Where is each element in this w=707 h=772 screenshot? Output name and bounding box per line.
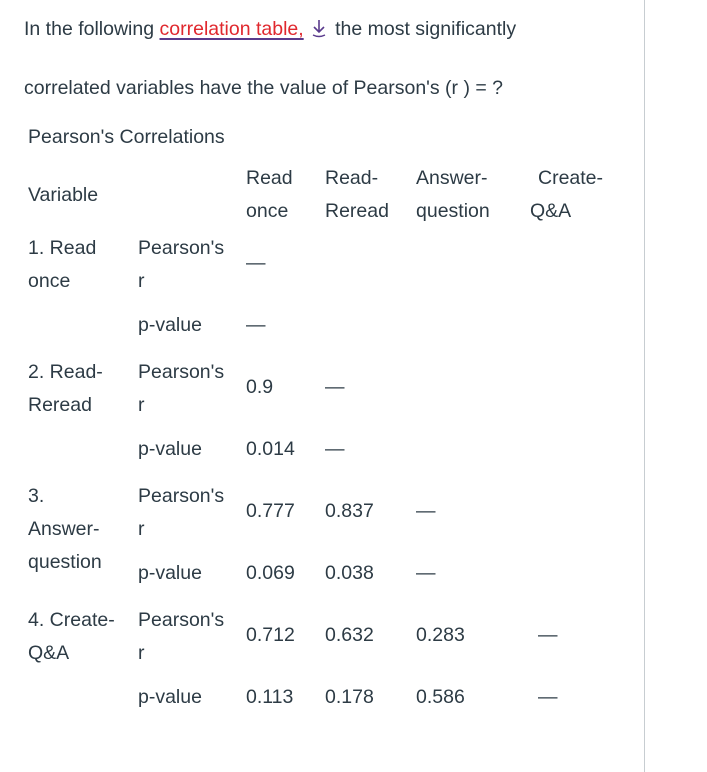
- pearson-value: [530, 476, 628, 546]
- p-value: 0.113: [246, 685, 294, 708]
- p-value: 0.069: [246, 561, 295, 584]
- pearson-label: Pearson's r: [138, 237, 225, 292]
- row-variable: 3. Answer-question: [24, 476, 138, 600]
- p-value: [416, 422, 530, 476]
- header-answer-question: Answer-question: [416, 167, 490, 222]
- correlation-table: Variable Read once Read- Reread Answer-que…: [24, 162, 628, 724]
- variable-line: question: [28, 551, 102, 573]
- p-value: —: [325, 437, 345, 460]
- pearson-value: [416, 228, 530, 298]
- p-value: [416, 298, 530, 352]
- row-variable: 2. Read- Reread: [24, 352, 138, 476]
- pearson-label: Pearson's r: [138, 485, 225, 540]
- p-value: —: [538, 685, 558, 708]
- pvalue-label: p-value: [138, 437, 202, 460]
- variable-line: 3.: [28, 485, 45, 507]
- row-variable: 4. Create- Q&A: [24, 600, 138, 724]
- question-line-1: In the following correlation table, the …: [24, 14, 516, 44]
- pvalue-label: p-value: [138, 313, 202, 336]
- pearson-value: 0.632: [325, 623, 374, 646]
- p-value: [530, 422, 628, 476]
- variable-line: 2. Read-: [28, 361, 103, 383]
- pearson-value: 0.837: [325, 499, 374, 522]
- header-variable: Variable: [28, 183, 99, 206]
- p-value: 0.586: [416, 685, 465, 708]
- pearson-value: [530, 352, 628, 422]
- pearson-value: —: [325, 375, 345, 398]
- variable-line: Q&A: [28, 642, 70, 664]
- p-value: [530, 546, 628, 600]
- header-read-reread: Read- Reread: [325, 167, 389, 222]
- p-value: —: [246, 313, 266, 336]
- table-row-pearson: 1. Read once Pearson's r —: [24, 228, 628, 298]
- pearson-value: —: [246, 251, 266, 274]
- header-read-once: Read once: [246, 167, 293, 222]
- question-line-2: correlated variables have the value of P…: [24, 77, 504, 99]
- variable-line: Reread: [28, 394, 92, 416]
- p-value: [530, 298, 628, 352]
- table-row-pearson: 2. Read- Reread Pearson's r 0.9 —: [24, 352, 628, 422]
- p-value: 0.038: [325, 561, 374, 584]
- p-value: —: [416, 561, 436, 584]
- pearson-value: [325, 228, 416, 298]
- variable-line: 1. Read: [28, 237, 97, 259]
- p-value: 0.014: [246, 437, 295, 460]
- pvalue-label: p-value: [138, 561, 202, 584]
- header-create-qa: Create- Q&A: [530, 167, 604, 222]
- pearson-value: [416, 352, 530, 422]
- pearson-value: —: [416, 499, 436, 522]
- variable-line: 4. Create-: [28, 609, 115, 631]
- correlation-table-link[interactable]: correlation table,: [160, 18, 304, 40]
- row-variable: 1. Read once: [24, 228, 138, 352]
- table-row-pearson: 3. Answer-question Pearson's r 0.777 0.837 —: [24, 476, 628, 573]
- pearson-value: [530, 228, 628, 298]
- table-body: 1. Read once Pearson's r — p-value — 2. Read- Re…: [24, 228, 628, 724]
- pearson-value: 0.283: [416, 623, 465, 646]
- pearson-value: 0.9: [246, 375, 274, 398]
- pearson-value: 0.777: [246, 499, 295, 522]
- variable-line: once: [28, 270, 71, 292]
- pearson-label: Pearson's r: [138, 361, 225, 416]
- p-value: 0.178: [325, 685, 374, 708]
- p-value: [325, 298, 416, 352]
- pearson-value: —: [538, 623, 558, 646]
- page-divider: [644, 0, 645, 772]
- variable-line: Answer-: [28, 518, 100, 540]
- table-row-pearson: 4. Create- Q&A Pearson's r 0.712 0.632 0.283 —: [24, 600, 628, 670]
- header-spacer: [138, 162, 246, 228]
- table-header-row: Variable Read once Read- Reread Answer-que…: [24, 162, 628, 228]
- question-suffix: the most significantly: [329, 18, 517, 40]
- pvalue-label: p-value: [138, 685, 202, 708]
- pearson-label: Pearson's r: [138, 609, 225, 664]
- download-arrow-icon[interactable]: [310, 17, 328, 38]
- table-caption: Pearson's Correlations: [28, 126, 225, 148]
- pearson-value: 0.712: [246, 623, 295, 646]
- question-prefix: In the following: [24, 18, 160, 40]
